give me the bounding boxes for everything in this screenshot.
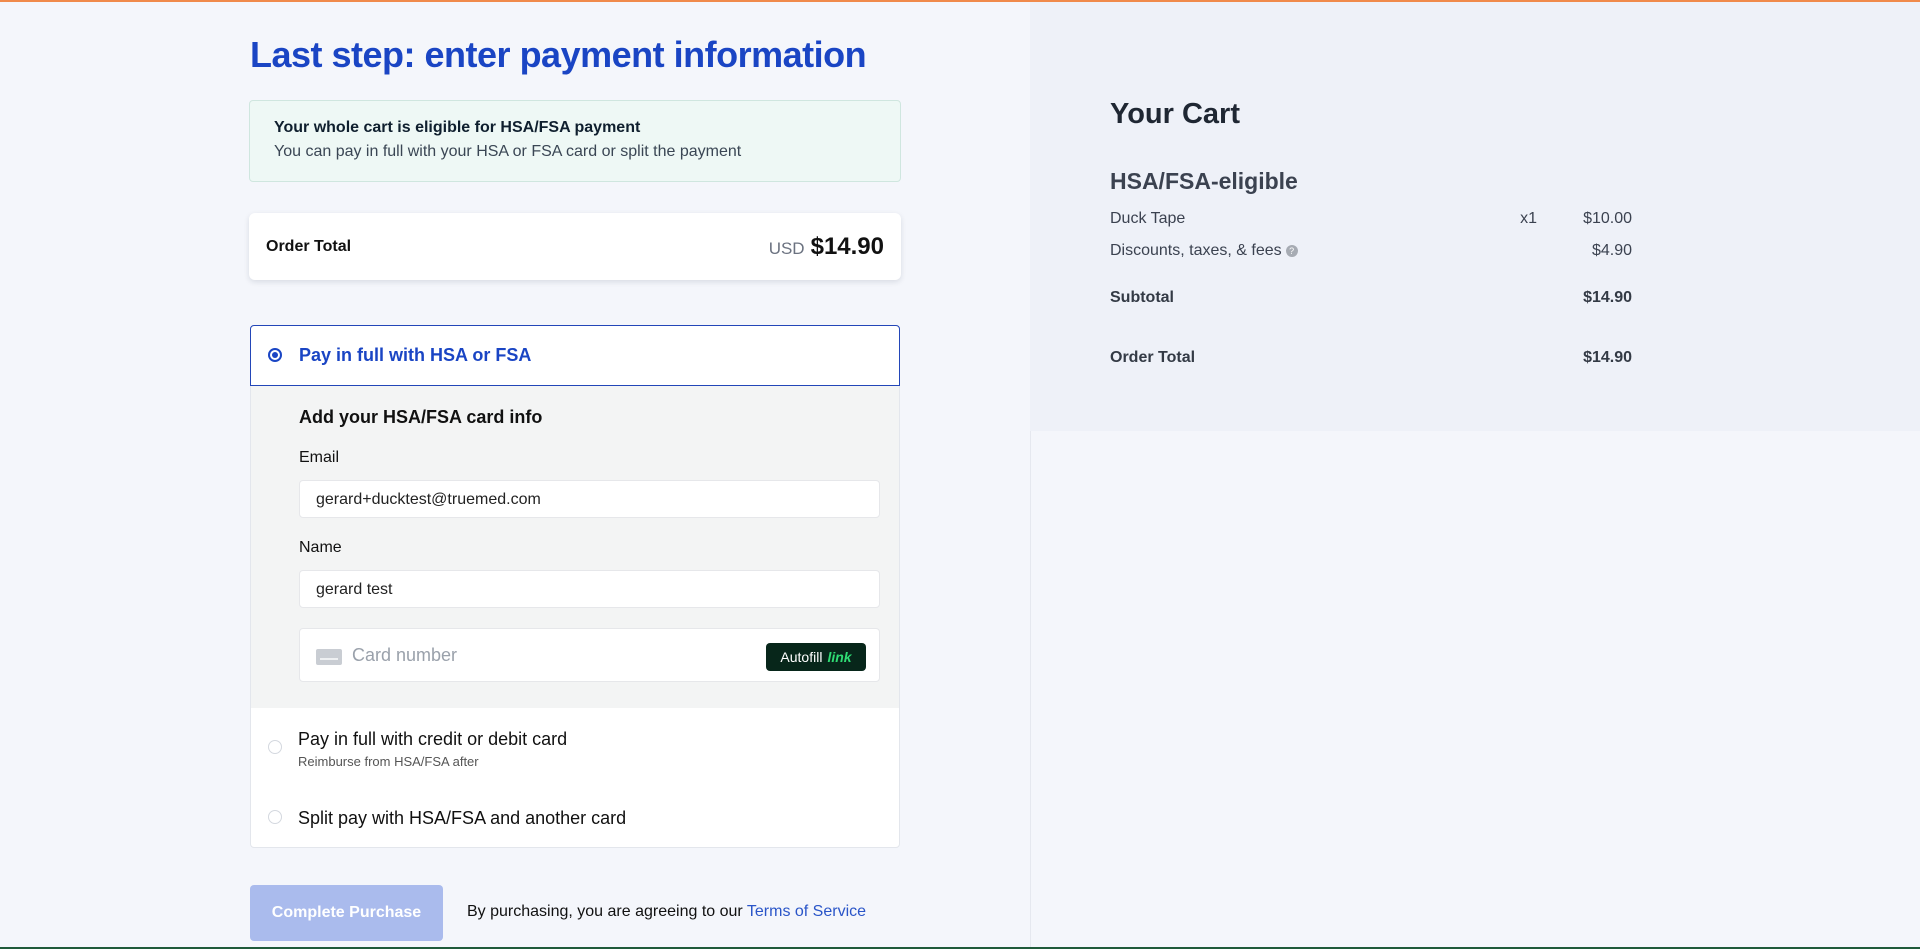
option-split-pay-label: Split pay with HSA/FSA and another card [298,808,627,828]
page-title: Last step: enter payment information [250,34,867,75]
cart-order-total-label: Order Total [1110,349,1196,366]
radio-hsa-full[interactable] [268,348,282,362]
name-field[interactable]: gerard test [299,570,880,608]
terms-of-service-link[interactable]: Terms of Service [747,903,866,920]
option-credit-full-sublabel: Reimburse from HSA/FSA after [298,754,479,769]
cart-title: Your Cart [1110,98,1240,130]
option-hsa-full-label: Pay in full with HSA or FSA [299,345,532,365]
order-total-currency: USD [768,238,805,258]
autofill-text: Autofill [780,649,823,665]
terms-agreement-text: By purchasing, you are agreeing to our [467,903,743,920]
right-column-background [1030,431,1920,949]
cart-item-qty: x1 [1520,210,1537,227]
cart-order-total-row: Order Total $14.90 [1110,349,1632,367]
name-label: Name [299,539,342,556]
option-hsa-full[interactable]: Pay in full with HSA or FSA [250,325,900,386]
cart-subtotal-row: Subtotal $14.90 [1110,289,1632,307]
option-credit-full-label: Pay in full with credit or debit card [298,729,568,749]
order-total-label: Order Total [266,237,352,255]
cart-subtotal-amount: $14.90 [1583,289,1632,306]
cart-order-total-amount: $14.90 [1583,349,1632,366]
radio-credit-full[interactable] [268,740,282,754]
cart-fees-label: Discounts, taxes, & fees [1110,242,1282,259]
eligibility-subtext: You can pay in full with your HSA or FSA… [274,143,742,160]
complete-purchase-button[interactable]: Complete Purchase [250,885,443,941]
terms-agreement: By purchasing, you are agreeing to our T… [467,903,866,921]
link-logo: link [827,649,852,665]
radio-split-pay[interactable] [268,810,282,824]
card-number-placeholder: Card number [352,645,458,665]
option-credit-full[interactable]: Pay in full with credit or debit card Re… [250,708,900,798]
option-split-pay[interactable]: Split pay with HSA/FSA and another card [250,798,900,848]
card-number-input[interactable]: Card number Autofill link [299,628,880,682]
cart-item-name: Duck Tape [1110,210,1186,227]
card-info-title: Add your HSA/FSA card info [299,407,543,427]
email-field[interactable]: gerard+ducktest@truemed.com [299,480,880,518]
cart-item-row: Duck Tape x1 $10.00 [1110,210,1632,228]
credit-card-icon [316,649,342,665]
email-label: Email [299,449,340,466]
order-total-card: Order Total USD $14.90 [249,213,901,280]
cart-item-price: $10.00 [1583,210,1632,227]
cart-subtotal-label: Subtotal [1110,289,1174,306]
order-total-value: USD $14.90 [769,233,884,261]
eligibility-banner: Your whole cart is eligible for HSA/FSA … [249,100,901,182]
order-total-amount: $14.90 [810,232,884,260]
hsa-card-info-section: Add your HSA/FSA card info Email gerard+… [251,386,899,708]
cart-section-title: HSA/FSA-eligible [1110,168,1298,194]
eligibility-heading: Your whole cart is eligible for HSA/FSA … [274,119,641,136]
cart-fees-row: Discounts, taxes, & fees? $4.90 [1110,242,1632,260]
help-icon[interactable]: ? [1285,244,1298,257]
autofill-link-button[interactable]: Autofill link [766,643,866,671]
cart-fees-amount: $4.90 [1591,242,1632,259]
